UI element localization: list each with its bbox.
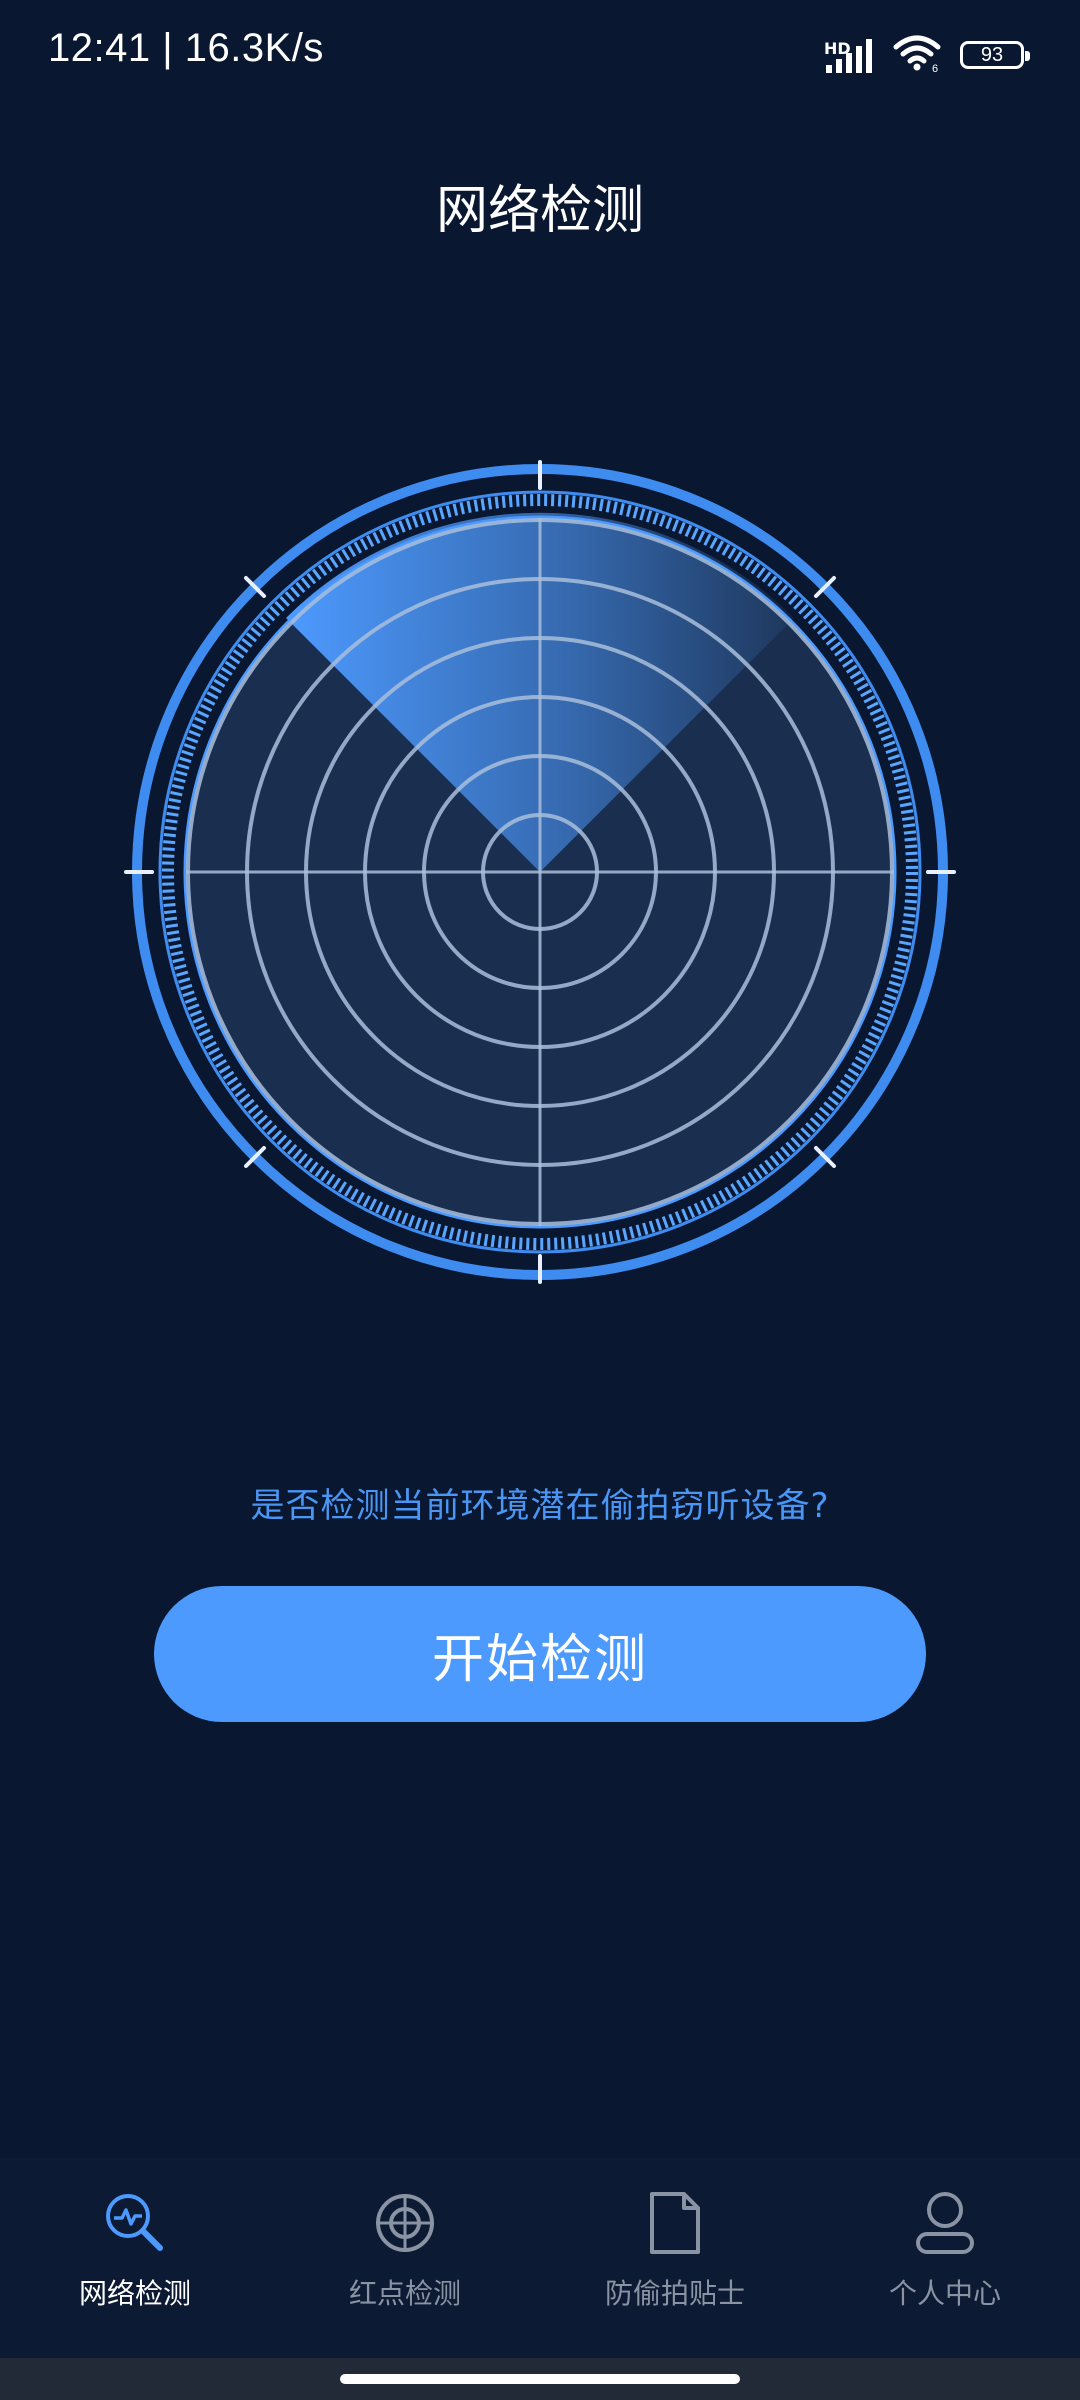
scan-prompt: 是否检测当前环境潜在偷拍窃听设备? <box>250 1486 830 1526</box>
bottom-nav: 网络检测 红点检测 防偷拍贴士 个人中心 <box>0 2158 1080 2358</box>
signal-icon: HD <box>822 35 874 75</box>
tab-label: 个人中心 <box>888 2277 1001 2310</box>
tab-red-dot-scan[interactable]: 红点检测 <box>270 2158 540 2358</box>
network-scan-icon <box>100 2188 170 2258</box>
radar-icon <box>120 452 960 1292</box>
document-icon <box>640 2188 710 2258</box>
svg-text:6: 6 <box>932 63 938 73</box>
home-indicator[interactable] <box>340 2374 740 2384</box>
tab-tips[interactable]: 防偷拍贴士 <box>540 2158 810 2358</box>
tab-label: 防偷拍贴士 <box>604 2277 745 2310</box>
status-icons: HD 6 93 <box>822 30 1030 80</box>
battery-icon: 93 <box>960 41 1030 69</box>
user-icon <box>910 2188 980 2258</box>
start-scan-button[interactable]: 开始检测 <box>154 1586 926 1722</box>
tab-label: 网络检测 <box>78 2277 191 2310</box>
crosshair-icon <box>370 2188 440 2258</box>
tab-label: 红点检测 <box>348 2277 461 2310</box>
wifi-icon: 6 <box>892 33 942 77</box>
status-time: 12:41 | 16.3K/s <box>48 26 324 70</box>
tab-profile[interactable]: 个人中心 <box>810 2158 1080 2358</box>
status-bar: 12:41 | 16.3K/s HD 6 93 <box>0 0 1080 110</box>
gesture-area <box>0 2358 1080 2400</box>
tab-network-scan[interactable]: 网络检测 <box>0 2158 270 2358</box>
page-title: 网络检测 <box>435 181 644 241</box>
